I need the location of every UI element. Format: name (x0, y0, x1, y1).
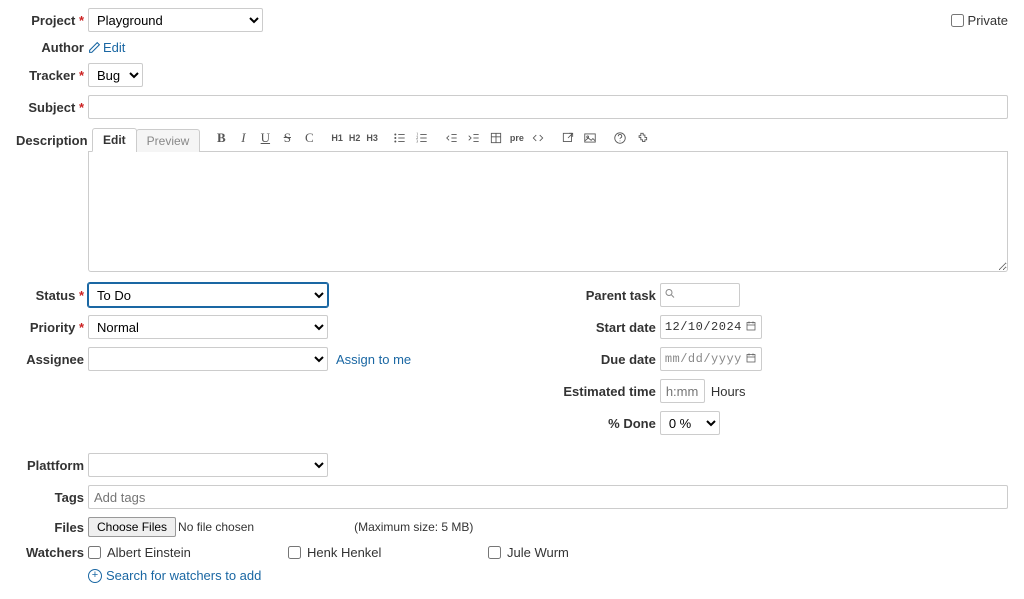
assign-to-me-link[interactable]: Assign to me (336, 352, 411, 367)
plus-icon: + (88, 569, 102, 583)
code-icon[interactable] (527, 128, 549, 148)
tracker-select[interactable]: Bug (88, 63, 143, 87)
watchers-label: Watchers (16, 545, 88, 560)
watcher-checkbox-0[interactable] (88, 546, 101, 559)
watcher-name: Henk Henkel (307, 545, 381, 560)
due-date-input[interactable]: mm/dd/yyyy (660, 347, 762, 371)
quote-in-icon[interactable] (463, 128, 485, 148)
watcher-name: Albert Einstein (107, 545, 191, 560)
author-edit-link[interactable]: Edit (103, 40, 125, 55)
status-select[interactable]: To Do (88, 283, 328, 307)
underline-icon[interactable]: U (254, 128, 276, 148)
tags-label: Tags (16, 490, 88, 505)
search-watchers-link[interactable]: Search for watchers to add (106, 568, 261, 583)
ul-icon[interactable] (389, 128, 411, 148)
link-icon[interactable] (557, 128, 579, 148)
subject-input[interactable] (88, 95, 1008, 119)
project-label: Project (16, 13, 88, 28)
watcher-checkbox-1[interactable] (288, 546, 301, 559)
tracker-label: Tracker (16, 68, 88, 83)
svg-text:3: 3 (416, 139, 418, 144)
help-icon[interactable] (609, 128, 631, 148)
image-icon[interactable] (579, 128, 601, 148)
tab-edit[interactable]: Edit (92, 128, 137, 152)
start-date-input[interactable]: 12/10/2024 (660, 315, 762, 339)
estimated-time-input[interactable] (660, 379, 705, 403)
hours-label: Hours (711, 384, 746, 399)
author-label: Author (16, 40, 88, 55)
assignee-select[interactable] (88, 347, 328, 371)
ol-icon[interactable]: 123 (411, 128, 433, 148)
private-checkbox[interactable] (951, 14, 964, 27)
max-size-text: (Maximum size: 5 MB) (354, 520, 473, 534)
plattform-label: Plattform (16, 458, 88, 473)
pencil-icon (88, 41, 101, 54)
table-icon[interactable] (485, 128, 507, 148)
watcher-checkbox-2[interactable] (488, 546, 501, 559)
plattform-select[interactable] (88, 453, 328, 477)
project-select[interactable]: Playground (88, 8, 263, 32)
pre-button[interactable]: pre (507, 128, 527, 148)
priority-label: Priority (16, 320, 88, 335)
files-label: Files (16, 520, 88, 535)
watcher-name: Jule Wurm (507, 545, 569, 560)
due-date-label: Due date (552, 352, 660, 367)
h1-button[interactable]: H1 (328, 128, 346, 148)
strike-icon[interactable]: S (276, 128, 298, 148)
start-date-label: Start date (552, 320, 660, 335)
extension-icon[interactable] (631, 128, 653, 148)
parent-task-label: Parent task (552, 288, 660, 303)
parent-task-input[interactable] (660, 283, 740, 307)
description-textarea[interactable] (88, 152, 1008, 272)
description-label: Description (16, 127, 88, 148)
clear-format-icon[interactable]: C (298, 128, 320, 148)
italic-icon[interactable]: I (232, 128, 254, 148)
private-label: Private (968, 13, 1008, 28)
status-label: Status (16, 288, 88, 303)
tab-preview[interactable]: Preview (136, 129, 201, 152)
subject-label: Subject (16, 100, 88, 115)
estimated-time-label: Estimated time (552, 384, 660, 399)
h2-button[interactable]: H2 (346, 128, 364, 148)
percent-done-select[interactable]: 0 % (660, 411, 720, 435)
assignee-label: Assignee (16, 352, 88, 367)
tags-input[interactable] (88, 485, 1008, 509)
no-file-chosen-text: No file chosen (178, 520, 254, 534)
choose-files-button[interactable]: Choose Files (88, 517, 176, 537)
calendar-icon (745, 352, 757, 367)
h3-button[interactable]: H3 (363, 128, 381, 148)
quote-out-icon[interactable] (441, 128, 463, 148)
priority-select[interactable]: Normal (88, 315, 328, 339)
percent-done-label: % Done (552, 416, 660, 431)
bold-icon[interactable]: B (210, 128, 232, 148)
calendar-icon (745, 320, 757, 335)
